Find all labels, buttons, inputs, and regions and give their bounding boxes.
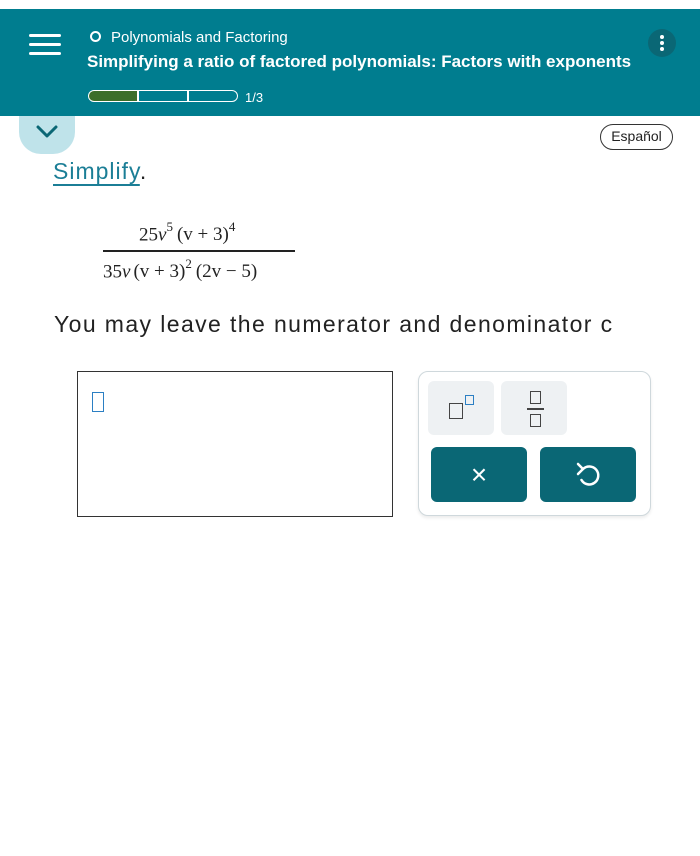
clear-button[interactable]: × [431,447,527,502]
topic-circle-icon [90,31,101,42]
undo-icon [576,462,600,486]
progress-segment-1 [88,90,138,102]
fraction-denominator: 35v (v + 3)2 (2v − 5) [103,256,258,283]
frame-top [0,0,700,9]
undo-button[interactable] [540,447,636,502]
fraction-bar [103,250,295,252]
progress-label: 1/3 [245,90,264,105]
input-cursor [92,392,104,412]
more-options-icon[interactable] [648,29,676,57]
answer-input[interactable] [77,371,393,517]
menu-icon[interactable] [29,30,61,58]
fraction-button[interactable] [501,381,567,435]
fraction-numerator: 25v5 (v + 3)4 [139,219,236,246]
progress-segment-3 [188,90,238,102]
collapse-tab[interactable] [19,116,75,154]
instruction-text: You may leave the numerator and denomina… [54,311,614,337]
progress-segment-2 [138,90,188,102]
math-keypad: × [418,371,651,516]
topic-title: Polynomials and Factoring [111,29,288,46]
language-button[interactable]: Español [600,124,673,150]
exponent-button[interactable] [428,381,494,435]
lesson-subtitle: Simplifying a ratio of factored polynomi… [87,52,632,71]
prompt-simplify: Simplify. [53,158,148,184]
clear-icon: × [470,459,488,490]
chevron-down-icon [36,125,58,138]
header-bar: Polynomials and Factoring Simplifying a … [0,9,700,116]
simplify-link[interactable]: Simplify [53,158,140,184]
